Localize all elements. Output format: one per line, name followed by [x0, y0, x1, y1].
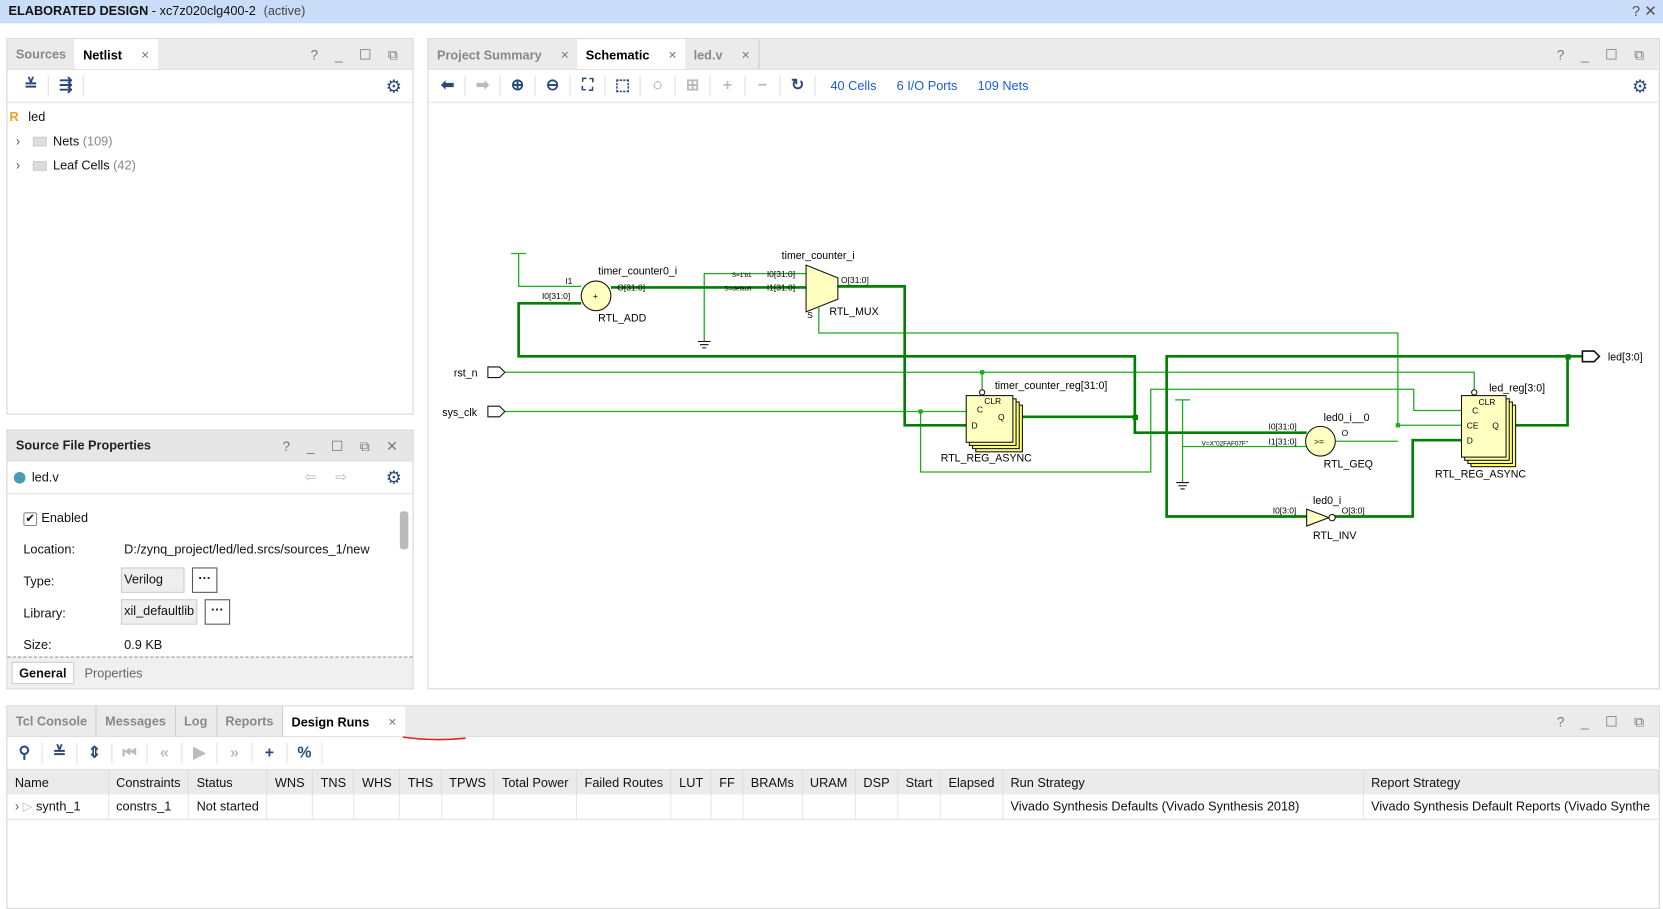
- cell-type: RTL_INV: [1313, 530, 1357, 542]
- run-status-icon: ▷: [22, 798, 33, 814]
- column-header[interactable]: Elapsed: [940, 769, 1004, 795]
- run-icon[interactable]: ▶: [182, 742, 218, 764]
- tab-tcl-console[interactable]: Tcl Console: [7, 706, 97, 737]
- column-header[interactable]: Name: [7, 769, 109, 795]
- port-label: sys_clk: [442, 407, 477, 419]
- pin-label: I1[31:0]: [1268, 436, 1296, 446]
- pin-label: D: [1467, 435, 1473, 445]
- column-header[interactable]: Run Strategy: [1002, 769, 1364, 795]
- cell-rtl-add[interactable]: + timer_counter0_i RTL_ADD I1 I0[31:0] O…: [542, 266, 677, 325]
- search-icon[interactable]: ⚲: [7, 742, 43, 764]
- column-header[interactable]: DSP: [855, 769, 899, 795]
- first-icon[interactable]: ⏮: [112, 742, 148, 764]
- column-header[interactable]: LUT: [671, 769, 712, 795]
- column-header[interactable]: Failed Routes: [576, 769, 672, 795]
- pin-label: I1: [565, 276, 572, 286]
- port-led[interactable]: led[3:0]: [1581, 350, 1643, 364]
- column-header[interactable]: FF: [711, 769, 744, 795]
- port-sys-clk[interactable]: sys_clk: [442, 405, 506, 419]
- tab-log[interactable]: Log: [176, 706, 217, 737]
- cell-name: timer_counter_i: [782, 250, 855, 262]
- tab-label: Design Runs: [291, 714, 370, 730]
- window-controls[interactable]: ? _ ☐ ⧉: [1557, 714, 1651, 731]
- cell-rtl-mux[interactable]: timer_counter_i RTL_MUX I0[31:0] I1[31:0…: [724, 250, 878, 320]
- cell-type: RTL_REG_ASYNC: [941, 452, 1032, 464]
- pin-label: Q: [998, 412, 1005, 422]
- cell-type: RTL_MUX: [829, 306, 878, 318]
- column-header[interactable]: BRAMs: [742, 769, 803, 795]
- percent-icon[interactable]: %: [287, 742, 323, 764]
- tab-reports[interactable]: Reports: [217, 706, 284, 737]
- pin-label: I1[31:0]: [767, 283, 795, 293]
- cell-type: RTL_REG_ASYNC: [1435, 468, 1526, 480]
- cell-name: led_reg[3:0]: [1489, 382, 1545, 394]
- pin-label: I0[31:0]: [767, 269, 795, 279]
- column-header[interactable]: URAM: [801, 769, 856, 795]
- column-header[interactable]: TNS: [312, 769, 355, 795]
- pin-label: O[31:0]: [841, 275, 869, 285]
- pin-label: S=1'b1: [732, 272, 752, 279]
- cell-led-reg[interactable]: CLR C CE Q D led_reg[3:0] RTL_REG_ASYNC: [1435, 382, 1545, 480]
- port-label: rst_n: [454, 368, 478, 380]
- design-runs-panel: Tcl Console Messages Log Reports Design …: [6, 705, 1660, 909]
- pin-label: I0[3:0]: [1273, 505, 1297, 515]
- cell-symbol: +: [593, 291, 598, 301]
- previous-icon[interactable]: «: [147, 742, 183, 764]
- column-header[interactable]: THS: [399, 769, 442, 795]
- column-header[interactable]: WHS: [354, 769, 401, 795]
- column-header[interactable]: TPWS: [441, 769, 495, 795]
- cell-name: led0_i: [1313, 495, 1341, 507]
- tab-messages[interactable]: Messages: [97, 706, 176, 737]
- pin-label: C: [1472, 406, 1478, 416]
- run-strategy-cell: Vivado Synthesis Defaults (Vivado Synthe…: [1002, 794, 1364, 820]
- cell-type: RTL_ADD: [598, 312, 646, 324]
- cell-rtl-inv[interactable]: led0_i RTL_INV I0[3:0] O[3:0]: [1273, 495, 1365, 542]
- pin-label: CLR: [1478, 397, 1495, 407]
- column-header[interactable]: Constraints: [108, 769, 190, 795]
- design-runs-table: Name Constraints Status WNS TNS WHS THS TPWS Tot…: [7, 769, 1659, 820]
- report-strategy-cell: Vivado Synthesis Default Reports (Vivado…: [1363, 794, 1659, 820]
- pin-label: S=default: [724, 286, 751, 293]
- status-cell: Not started: [188, 794, 268, 820]
- cell-timer-counter-reg[interactable]: CLR C Q D timer_counter_reg[31:0] RTL_RE…: [941, 380, 1108, 464]
- constraints-cell: constrs_1: [108, 794, 190, 820]
- cell-name: timer_counter_reg[31:0]: [995, 380, 1108, 392]
- expand-all-icon[interactable]: ⇕: [77, 742, 113, 764]
- pin-label: S: [807, 310, 813, 320]
- pin-label: I0[31:0]: [542, 291, 570, 301]
- run-name: synth_1: [35, 798, 81, 814]
- next-icon[interactable]: »: [217, 742, 253, 764]
- port-label: led[3:0]: [1608, 352, 1643, 364]
- pin-label: Q: [1492, 420, 1499, 430]
- column-header[interactable]: WNS: [266, 769, 314, 795]
- tab-design-runs[interactable]: Design Runs ×: [283, 706, 405, 737]
- pin-label: CE: [1467, 420, 1479, 430]
- close-tab-icon[interactable]: ×: [388, 714, 396, 730]
- port-rst-n[interactable]: rst_n: [454, 366, 506, 380]
- column-header[interactable]: Start: [897, 769, 942, 795]
- schematic-canvas[interactable]: rst_n sys_clk led[3:0] + timer_counter0_…: [0, 0, 1663, 700]
- pin-label: O[3:0]: [1342, 505, 1365, 515]
- table-row[interactable]: › ▷ synth_1 constrs_1 Not started Vivado…: [7, 794, 1659, 820]
- add-run-icon[interactable]: +: [252, 742, 288, 764]
- cell-name: led0_i__0: [1324, 412, 1370, 424]
- bus-nets[interactable]: [517, 285, 1583, 518]
- column-header[interactable]: Report Strategy: [1363, 769, 1659, 795]
- cell-type: RTL_GEQ: [1324, 459, 1373, 471]
- chevron-right-icon[interactable]: ›: [15, 799, 19, 814]
- pin-label: CLR: [984, 396, 1001, 406]
- pin-label: O[31:0]: [617, 283, 645, 293]
- cell-symbol: >=: [1314, 436, 1324, 446]
- column-header[interactable]: Status: [188, 769, 268, 795]
- ground-symbols: [697, 340, 1189, 490]
- pin-label: I0[31:0]: [1268, 422, 1296, 432]
- collapse-all-icon[interactable]: ≚: [42, 742, 78, 764]
- column-header[interactable]: Total Power: [494, 769, 578, 795]
- constant-label: V=X"02FAF07F": [1202, 440, 1248, 447]
- cell-name: timer_counter0_i: [598, 266, 677, 278]
- pin-label: D: [972, 420, 978, 430]
- pin-label: C: [977, 405, 983, 415]
- name-cell[interactable]: › ▷ synth_1: [7, 794, 109, 820]
- pin-label: O: [1342, 428, 1349, 438]
